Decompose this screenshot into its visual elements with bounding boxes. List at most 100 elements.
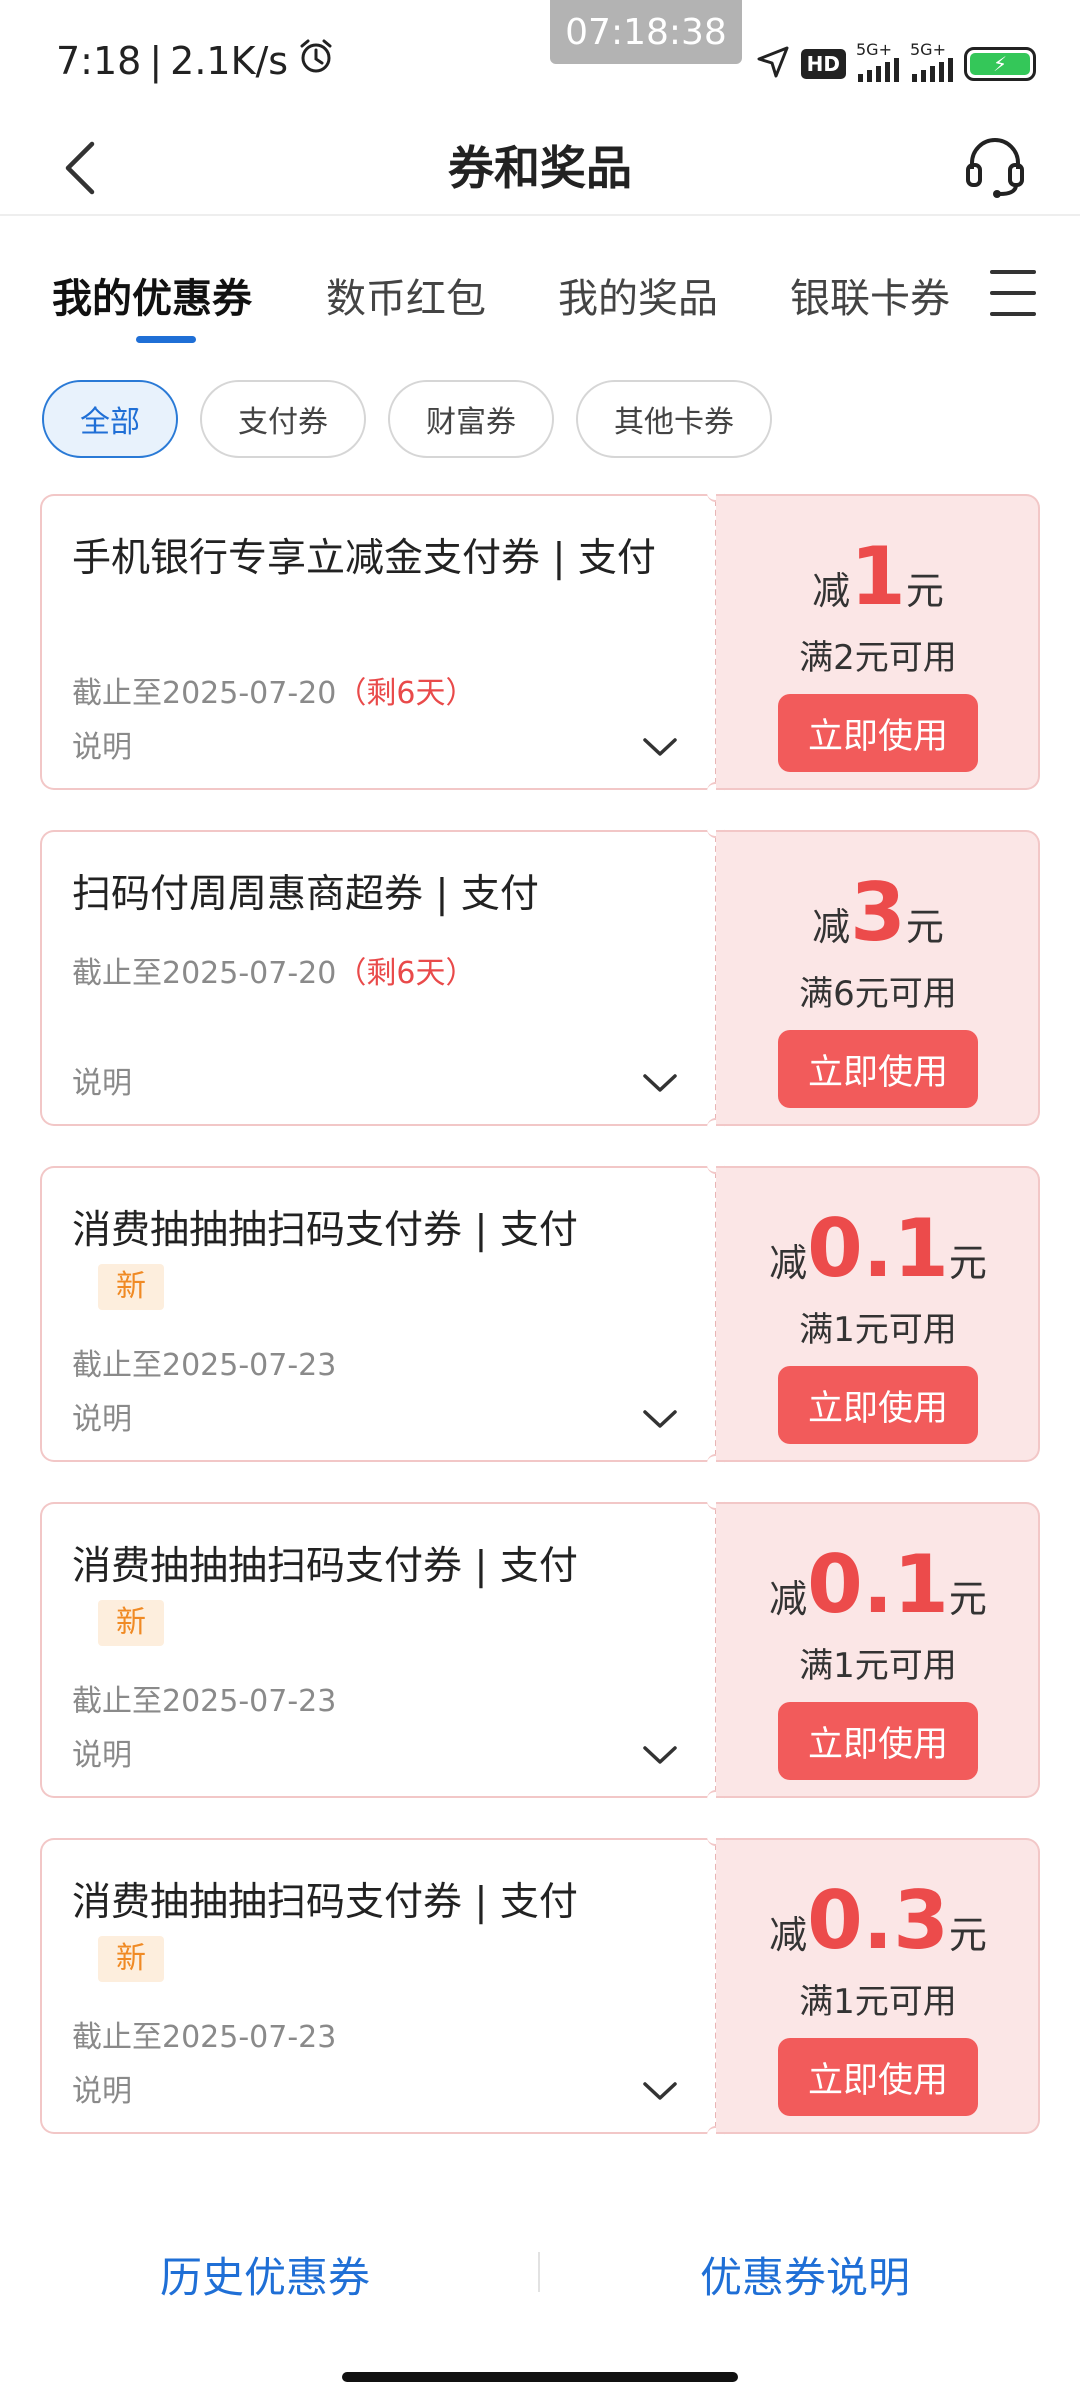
hd-badge: HD	[800, 49, 846, 79]
use-now-button[interactable]: 立即使用	[778, 1030, 978, 1108]
coupon-title-text: 消费抽抽抽扫码支付券 | 支付	[72, 1208, 578, 1253]
filter-chip-all[interactable]: 全部	[42, 380, 178, 458]
coupon-info: 消费抽抽抽扫码支付券 | 支付新 截止至2025-07-23 说明	[40, 1166, 716, 1462]
signal-bars-icon	[856, 58, 900, 86]
coupon-title: 手机银行专享立减金支付券 | 支付	[72, 536, 656, 581]
history-coupons-link[interactable]: 历史优惠券	[160, 2244, 370, 2305]
headset-icon	[966, 138, 1024, 198]
tab-menu-button[interactable]	[990, 270, 1036, 316]
tab-unionpay-coupons[interactable]: 银联卡券	[790, 266, 950, 324]
coupon-info: 手机银行专享立减金支付券 | 支付 截止至2025-07-20（剩6天） 说明	[40, 494, 716, 790]
page-title: 券和奖品	[448, 141, 632, 195]
location-arrow-icon	[755, 44, 791, 84]
tab-my-coupons[interactable]: 我的优惠券	[52, 266, 252, 324]
coupon-title: 扫码付周周惠商超券 | 支付	[72, 872, 539, 917]
coupon-discount: 减1元	[716, 530, 1040, 623]
coupon-condition: 满6元可用	[799, 974, 957, 1014]
coupon-title: 消费抽抽抽扫码支付券 | 支付新	[72, 1540, 682, 1648]
coupon-condition: 满1元可用	[799, 1646, 957, 1686]
signal-2: 5G+	[910, 42, 954, 86]
coupon-title-text: 消费抽抽抽扫码支付券 | 支付	[72, 1880, 578, 1925]
discount-unit: 元	[905, 905, 944, 949]
menu-line	[990, 270, 1036, 274]
filter-chips: 全部 支付券 财富券 其他卡券	[42, 380, 772, 458]
new-badge: 新	[98, 1935, 164, 1982]
coupon-discount: 减0.1元	[716, 1538, 1040, 1631]
chevron-down-icon[interactable]	[642, 1408, 678, 1430]
discount-amount: 0.1	[807, 1538, 949, 1631]
new-badge: 新	[98, 1599, 164, 1646]
discount-unit: 元	[905, 569, 944, 613]
filter-chip-wealth[interactable]: 财富券	[388, 380, 554, 458]
discount-amount: 0.1	[807, 1202, 949, 1295]
coupon-condition: 满1元可用	[799, 1310, 957, 1350]
coupon-discount: 减0.1元	[716, 1202, 1040, 1295]
customer-service-button[interactable]	[960, 130, 1030, 204]
coupon-title: 消费抽抽抽扫码支付券 | 支付新	[72, 1204, 682, 1312]
discount-amount: 0.3	[807, 1874, 949, 1967]
chevron-down-icon[interactable]	[642, 1072, 678, 1094]
alarm-icon	[296, 36, 336, 85]
tab-digital-red-packets[interactable]: 数币红包	[326, 266, 486, 324]
use-now-button[interactable]: 立即使用	[778, 694, 978, 772]
coupon-expiry: 截止至2025-07-20（剩6天）	[72, 668, 475, 712]
discount-prefix: 减	[769, 1577, 808, 1621]
coupon-description-toggle[interactable]: 说明	[72, 1394, 132, 1438]
footer-divider	[538, 2252, 540, 2292]
discount-prefix: 减	[812, 569, 851, 613]
coupon-days-remaining: （剩6天）	[336, 676, 476, 711]
clock-overlay: 07:18:38	[550, 0, 742, 64]
coupon-info: 消费抽抽抽扫码支付券 | 支付新 截止至2025-07-23 说明	[40, 1502, 716, 1798]
coupon-info: 扫码付周周惠商超券 | 支付 截止至2025-07-20（剩6天） 说明	[40, 830, 716, 1126]
coupon-help-link[interactable]: 优惠券说明	[700, 2244, 910, 2305]
tab-my-prizes[interactable]: 我的奖品	[558, 266, 718, 324]
coupon-info: 消费抽抽抽扫码支付券 | 支付新 截止至2025-07-23 说明	[40, 1838, 716, 2134]
chevron-down-icon[interactable]	[642, 736, 678, 758]
home-indicator[interactable]	[342, 2372, 738, 2382]
status-speed: 2.1K/s	[170, 38, 289, 83]
menu-line	[990, 312, 1036, 316]
coupon-value-panel: 减3元 满6元可用 立即使用	[716, 830, 1040, 1126]
battery-icon: ⚡	[964, 47, 1036, 81]
discount-unit: 元	[948, 1577, 987, 1621]
signal-1: 5G+	[856, 42, 900, 86]
use-now-button[interactable]: 立即使用	[778, 2038, 978, 2116]
status-separator: |	[149, 38, 163, 83]
discount-prefix: 减	[812, 905, 851, 949]
coupon-discount: 减0.3元	[716, 1874, 1040, 1967]
coupon-description-toggle[interactable]: 说明	[72, 1730, 132, 1774]
coupon-card: 扫码付周周惠商超券 | 支付 截止至2025-07-20（剩6天） 说明 减3元…	[40, 820, 1040, 1136]
status-bar: 7:18 | 2.1K/s 07:18:38 HD 5G+ 5G+ ⚡	[0, 0, 1080, 120]
chevron-down-icon[interactable]	[642, 2080, 678, 2102]
coupon-expiry-date: 截止至2025-07-23	[72, 1348, 337, 1383]
use-now-button[interactable]: 立即使用	[778, 1366, 978, 1444]
discount-amount: 1	[850, 530, 906, 623]
coupon-description-toggle[interactable]: 说明	[72, 1058, 132, 1102]
coupon-expiry-date: 截止至2025-07-23	[72, 2020, 337, 2055]
coupon-condition: 满1元可用	[799, 1982, 957, 2022]
network-type-label: 5G+	[910, 40, 946, 59]
coupon-description-toggle[interactable]: 说明	[72, 722, 132, 766]
coupon-condition: 满2元可用	[799, 638, 957, 678]
status-right: HD 5G+ 5G+ ⚡	[755, 42, 1036, 86]
filter-chip-payment[interactable]: 支付券	[200, 380, 366, 458]
coupon-value-panel: 减0.1元 满1元可用 立即使用	[716, 1502, 1040, 1798]
chevron-down-icon[interactable]	[642, 1744, 678, 1766]
footer-links: 历史优惠券 优惠券说明	[0, 2230, 1080, 2320]
new-badge: 新	[98, 1263, 164, 1310]
filter-chip-other[interactable]: 其他卡券	[576, 380, 772, 458]
coupon-title: 消费抽抽抽扫码支付券 | 支付新	[72, 1876, 682, 1984]
menu-line	[990, 291, 1036, 295]
coupon-value-panel: 减0.3元 满1元可用 立即使用	[716, 1838, 1040, 2134]
status-time: 7:18	[56, 38, 142, 83]
coupon-expiry-date: 截止至2025-07-20	[72, 676, 337, 711]
coupon-days-remaining: （剩6天）	[336, 956, 476, 991]
coupon-expiry: 截止至2025-07-23	[72, 1340, 336, 1384]
coupon-card: 手机银行专享立减金支付券 | 支付 截止至2025-07-20（剩6天） 说明 …	[40, 484, 1040, 800]
use-now-button[interactable]: 立即使用	[778, 1702, 978, 1780]
coupon-description-toggle[interactable]: 说明	[72, 2066, 132, 2110]
discount-unit: 元	[948, 1241, 987, 1285]
coupon-value-panel: 减1元 满2元可用 立即使用	[716, 494, 1040, 790]
coupon-title-text: 消费抽抽抽扫码支付券 | 支付	[72, 1544, 578, 1589]
coupon-card: 消费抽抽抽扫码支付券 | 支付新 截止至2025-07-23 说明 减0.3元 …	[40, 1828, 1040, 2144]
